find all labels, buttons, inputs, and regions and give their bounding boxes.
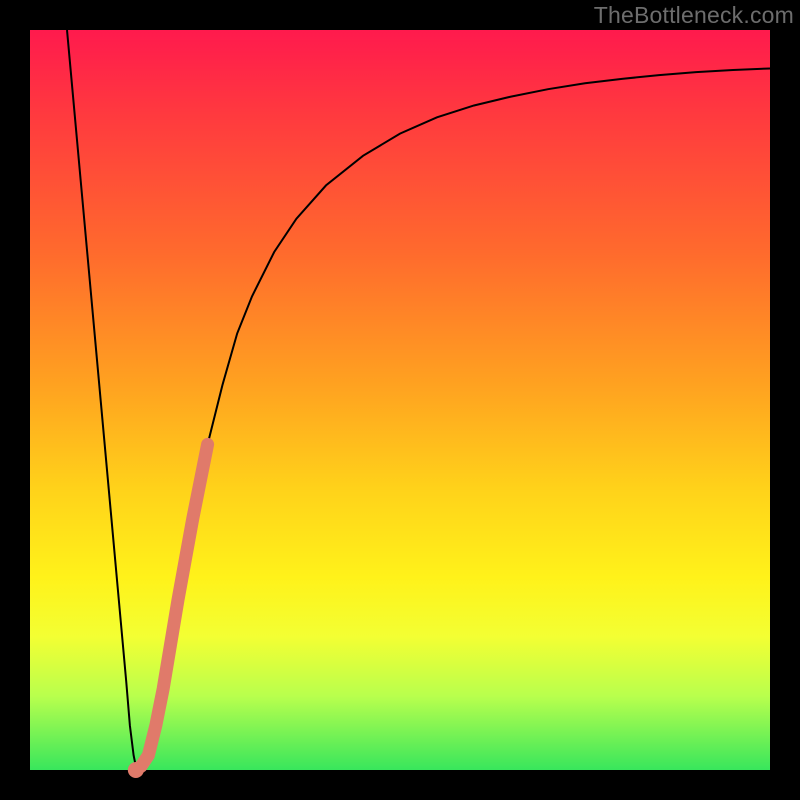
salmon-overlay-segment [136,444,208,770]
chart-svg [30,30,770,770]
plot-area [30,30,770,770]
chart-frame: TheBottleneck.com [0,0,800,800]
watermark-text: TheBottleneck.com [594,2,794,29]
minimum-marker [128,762,144,778]
